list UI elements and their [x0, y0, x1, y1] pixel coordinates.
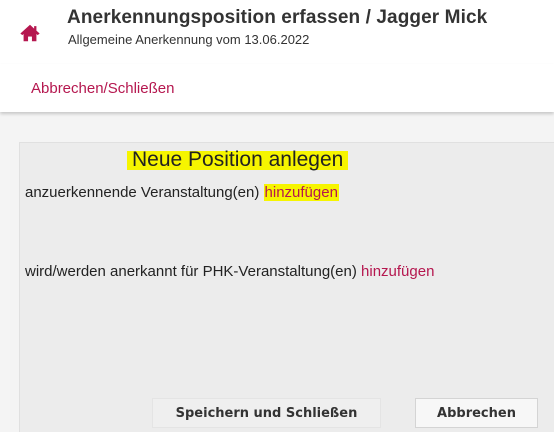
page-subtitle: Allgemeine Anerkennung vom 13.06.2022 [68, 32, 310, 47]
target-courses-row: wird/werden anerkannt für PHK-Veranstalt… [25, 263, 434, 280]
action-bar: Abbrechen/Schließen [0, 64, 554, 112]
add-target-course-link[interactable]: hinzufügen [361, 263, 434, 280]
source-courses-row: anzuerkennende Veranstaltung(en) hinzufü… [25, 184, 339, 201]
page-header: Anerkennungsposition erfassen / Jagger M… [0, 0, 554, 64]
source-courses-label: anzuerkennende Veranstaltung(en) [25, 184, 260, 201]
cancel-close-link[interactable]: Abbrechen/Schließen [31, 80, 174, 97]
home-icon[interactable] [19, 22, 41, 44]
dialog-title: Neue Position anlegen [127, 148, 349, 172]
save-and-close-button[interactable]: Speichern und Schließen [152, 398, 381, 428]
page-title: Anerkennungsposition erfassen / Jagger M… [67, 7, 488, 28]
cancel-button[interactable]: Abbrechen [415, 398, 538, 428]
target-courses-label: wird/werden anerkannt für PHK-Veranstalt… [25, 263, 357, 280]
add-source-course-link[interactable]: hinzufügen [263, 184, 339, 201]
